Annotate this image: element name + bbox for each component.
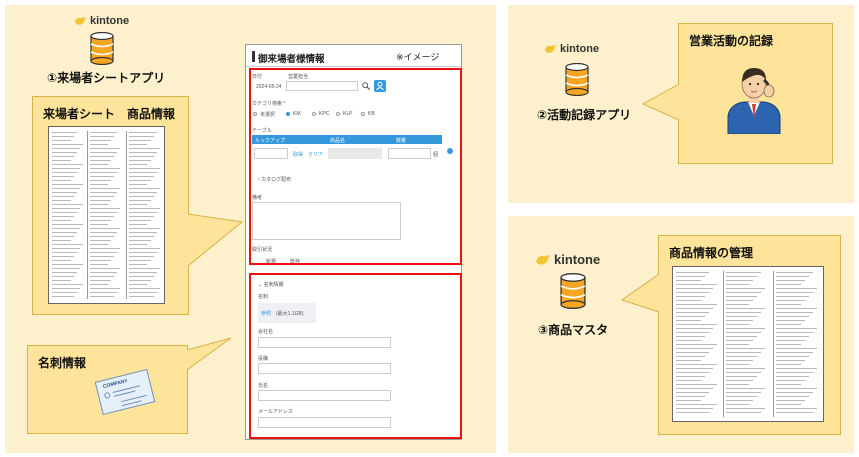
- kintone-brand-text: kintone: [90, 15, 130, 27]
- business-card-highlight: [249, 273, 462, 439]
- salesperson-on-phone-illustration: [727, 68, 781, 134]
- visitor-sheet-document: [48, 126, 165, 304]
- kintone-bird-icon: [544, 45, 557, 53]
- form-header: 御来場者様情報 ※イメージ: [246, 45, 461, 67]
- image-note: ※イメージ: [396, 52, 440, 62]
- database-icon: [90, 32, 114, 65]
- kintone-brand-text: kintone: [554, 252, 601, 267]
- activity-callout-tail: [641, 83, 680, 121]
- product-info-highlight: [249, 68, 462, 265]
- database-icon: [560, 273, 586, 309]
- kintone-bird-icon: [536, 254, 550, 265]
- kintone-brand-text: kintone: [560, 43, 600, 55]
- product-master-callout-tail: [620, 273, 660, 313]
- business-card-callout-tail: [186, 337, 232, 371]
- visitor-sheet-app-label: ①来場者シートアプリ: [47, 71, 166, 85]
- kintone-logo-left: kintone: [74, 15, 129, 27]
- database-icon: [565, 63, 589, 96]
- product-master-callout-title: 商品情報の管理: [669, 246, 754, 260]
- kintone-logo-activity: kintone: [544, 43, 599, 55]
- kintone-logo-product: kintone: [535, 252, 600, 267]
- product-master-document: [672, 266, 824, 422]
- visitor-sheet-callout-title: 来場者シート 商品情報: [43, 107, 176, 121]
- kintone-bird-icon: [74, 17, 87, 25]
- business-card-callout-title: 名刺情報: [38, 356, 87, 370]
- activity-app-label: ②活動記録アプリ: [537, 108, 632, 122]
- visitor-sheet-callout-tail: [187, 213, 244, 267]
- product-master-label: ③商品マスタ: [538, 323, 609, 337]
- form-title: 御来場者様情報: [258, 54, 325, 65]
- activity-callout-title: 営業活動の記録: [689, 34, 774, 48]
